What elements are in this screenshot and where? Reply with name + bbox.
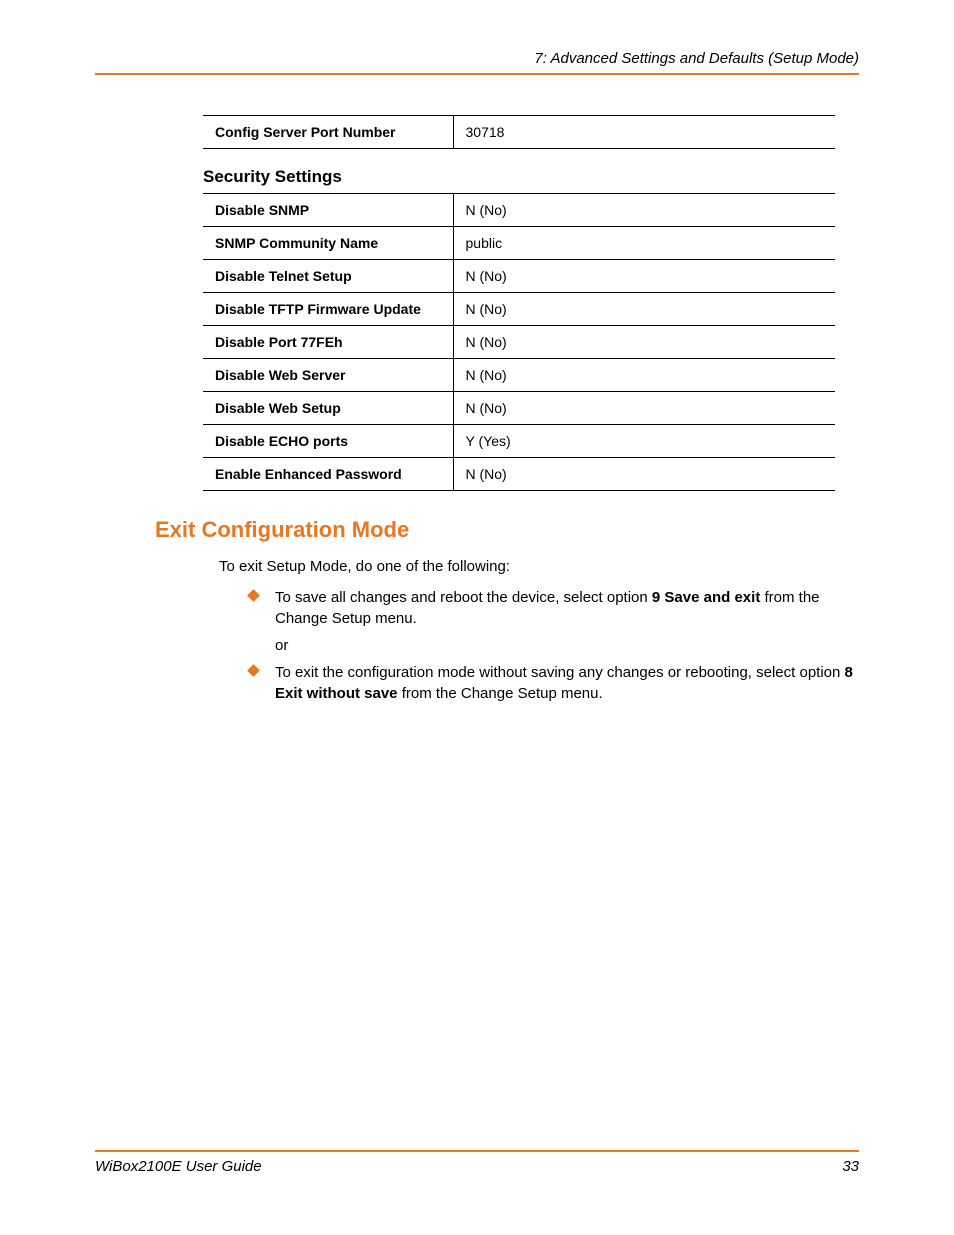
list-item: To save all changes and reboot the devic… [249, 587, 859, 629]
setting-value: 30718 [453, 116, 835, 149]
table-row: Disable Port 77FEh N (No) [203, 326, 835, 359]
setting-label: Disable Port 77FEh [203, 326, 453, 359]
chapter-title: 7: Advanced Settings and Defaults (Setup… [534, 50, 859, 67]
bullet-text-pre: To save all changes and reboot the devic… [275, 589, 652, 606]
security-settings-table: Disable SNMP N (No) SNMP Community Name … [203, 193, 835, 491]
setting-value: N (No) [453, 392, 835, 425]
config-server-table: Config Server Port Number 30718 [203, 115, 835, 149]
setting-value: N (No) [453, 293, 835, 326]
setting-value: N (No) [453, 458, 835, 491]
page-header: 7: Advanced Settings and Defaults (Setup… [95, 50, 859, 75]
setting-label: Disable Web Server [203, 359, 453, 392]
diamond-bullet-icon [247, 589, 260, 602]
setting-label: SNMP Community Name [203, 227, 453, 260]
table-row: Config Server Port Number 30718 [203, 116, 835, 149]
list-item: To exit the configuration mode without s… [249, 662, 859, 704]
table-row: Disable Web Setup N (No) [203, 392, 835, 425]
table-row: Disable Telnet Setup N (No) [203, 260, 835, 293]
bullet-text-bold: 9 Save and exit [652, 589, 760, 606]
setting-value: public [453, 227, 835, 260]
table-row: Disable ECHO ports Y (Yes) [203, 425, 835, 458]
table-row: Enable Enhanced Password N (No) [203, 458, 835, 491]
footer-page-number: 33 [842, 1158, 859, 1175]
intro-paragraph: To exit Setup Mode, do one of the follow… [219, 557, 859, 577]
bullet-list: To save all changes and reboot the devic… [249, 587, 859, 704]
setting-value: N (No) [453, 326, 835, 359]
setting-label: Disable Web Setup [203, 392, 453, 425]
security-settings-heading: Security Settings [203, 167, 859, 187]
setting-value: N (No) [453, 260, 835, 293]
table-row: SNMP Community Name public [203, 227, 835, 260]
diamond-bullet-icon [247, 664, 260, 677]
setting-label: Disable Telnet Setup [203, 260, 453, 293]
table-row: Disable SNMP N (No) [203, 194, 835, 227]
list-item-or: or [249, 635, 859, 656]
setting-value: N (No) [453, 359, 835, 392]
table-row: Disable Web Server N (No) [203, 359, 835, 392]
bullet-text-pre: To exit the configuration mode without s… [275, 664, 845, 681]
setting-label: Disable SNMP [203, 194, 453, 227]
page-footer: WiBox2100E User Guide 33 [95, 1150, 859, 1175]
footer-title: WiBox2100E User Guide [95, 1158, 262, 1175]
exit-config-heading: Exit Configuration Mode [155, 517, 859, 543]
table-row: Disable TFTP Firmware Update N (No) [203, 293, 835, 326]
or-text: or [275, 637, 288, 654]
setting-label: Disable ECHO ports [203, 425, 453, 458]
setting-label: Config Server Port Number [203, 116, 453, 149]
setting-value: N (No) [453, 194, 835, 227]
setting-label: Enable Enhanced Password [203, 458, 453, 491]
setting-value: Y (Yes) [453, 425, 835, 458]
bullet-text-post: from the Change Setup menu. [398, 685, 603, 702]
setting-label: Disable TFTP Firmware Update [203, 293, 453, 326]
